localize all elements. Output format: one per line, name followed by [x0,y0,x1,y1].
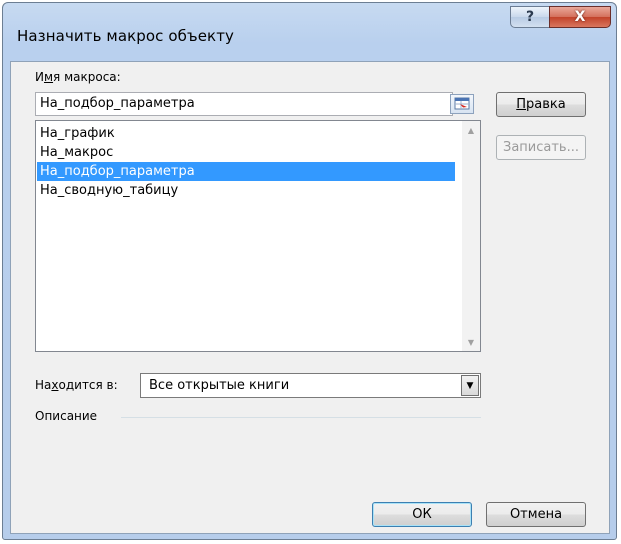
chevron-down-icon[interactable]: ▼ [461,375,479,396]
macro-list-item[interactable]: На_график [37,124,455,143]
dialog-body: Имя макроса: На_подбор_параметра На_граф… [10,61,610,534]
macro-list[interactable]: На_график На_макрос На_подбор_параметра … [35,120,481,352]
location-select-value: Все открытые книги [149,378,290,393]
assign-macro-dialog: Назначить макрос объекту ? X Имя макроса… [2,2,617,540]
help-icon: ? [525,9,535,25]
collapse-dialog-button[interactable] [450,94,474,114]
location-label: Находится в: [35,378,118,392]
cancel-button[interactable]: Отмена [486,502,586,527]
location-select[interactable]: Все открытые книги ▼ [140,373,481,398]
scroll-up-icon[interactable]: ▲ [462,121,480,139]
help-button[interactable]: ? [510,6,550,28]
macro-name-input[interactable]: На_подбор_параметра [35,92,453,116]
close-icon: X [574,9,586,25]
dialog-title: Назначить макрос объекту [17,27,235,45]
description-separator [121,417,481,418]
range-select-icon [454,97,470,110]
close-button[interactable]: X [549,6,611,28]
macro-list-item-selected[interactable]: На_подбор_параметра [37,162,455,181]
macro-list-item[interactable]: На_макрос [37,143,455,162]
description-label: Описание [35,409,98,423]
title-bar[interactable]: Назначить макрос объекту ? X [3,3,616,61]
ok-button[interactable]: ОК [372,502,472,527]
edit-button[interactable]: Правка [496,92,586,117]
scroll-down-icon[interactable]: ▼ [462,333,480,351]
macro-list-item[interactable]: На_сводную_табицу [37,181,455,200]
list-scrollbar[interactable]: ▲ ▼ [462,121,480,351]
macro-name-label: Имя макроса: [35,70,121,84]
record-button[interactable]: Записать... [496,135,586,160]
